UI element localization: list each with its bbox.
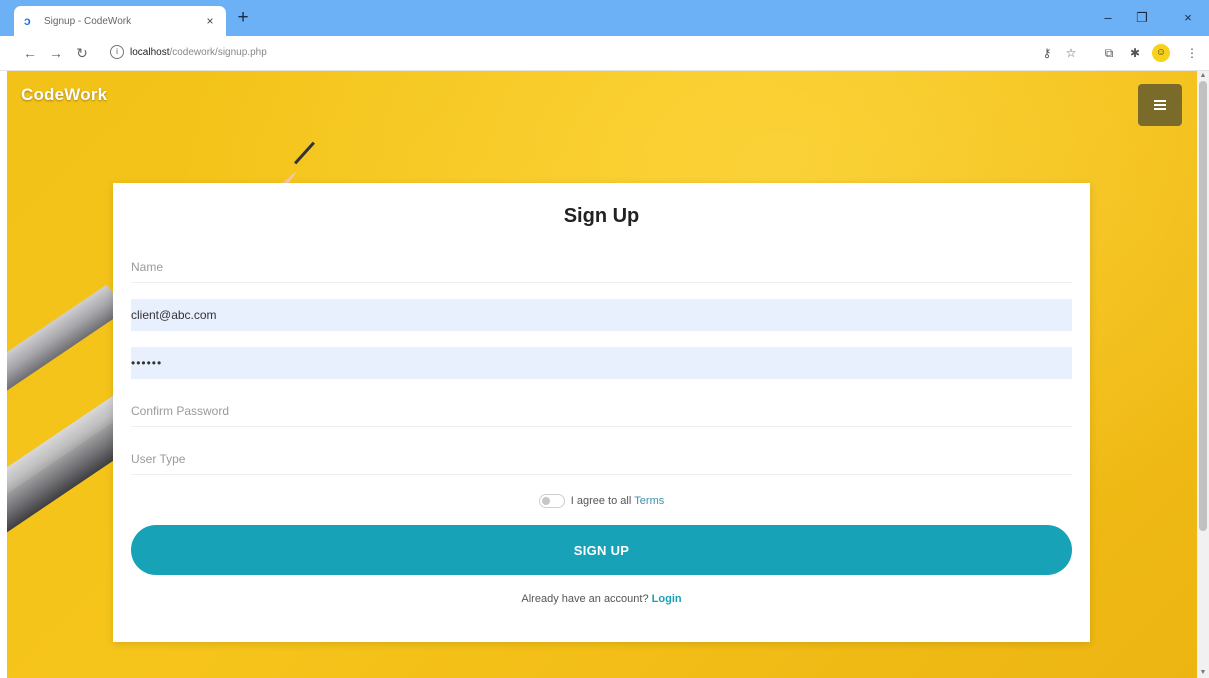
tab-close-icon[interactable]: ×: [202, 14, 218, 28]
url-field[interactable]: i localhost/codework/signup.php: [110, 43, 1030, 63]
site-info-icon[interactable]: i: [110, 45, 124, 60]
login-link[interactable]: Login: [652, 593, 682, 605]
minimize-button[interactable]: –: [1093, 8, 1123, 28]
puzzle-icon[interactable]: ✱: [1126, 44, 1144, 62]
profile-avatar-icon[interactable]: ☺: [1152, 44, 1170, 62]
key-icon[interactable]: ⚷: [1038, 44, 1056, 62]
close-window-button[interactable]: ×: [1173, 8, 1203, 28]
user-type-select[interactable]: [131, 443, 1072, 475]
scroll-down-icon[interactable]: ▼: [1197, 668, 1209, 678]
site-favicon-icon: ↄ: [24, 14, 31, 28]
signup-button[interactable]: SIGN UP: [131, 525, 1072, 575]
tab-title: Signup - CodeWork: [44, 15, 132, 27]
star-icon[interactable]: ☆: [1062, 44, 1080, 62]
scrollbar-thumb[interactable]: [1199, 81, 1207, 531]
reload-icon[interactable]: ↻: [72, 43, 92, 63]
terms-agreement-row: I agree to all Terms: [113, 491, 1090, 511]
menu-toggle-button[interactable]: [1138, 84, 1182, 126]
browser-tab[interactable]: ↄ Signup - CodeWork ×: [14, 6, 226, 36]
signup-card: Sign Up I agree to all Terms SIGN UP Alr…: [113, 183, 1090, 642]
terms-link[interactable]: Terms: [634, 495, 664, 507]
agree-text: I agree to all: [570, 495, 632, 507]
name-input[interactable]: [131, 251, 1072, 283]
brand-logo[interactable]: CodeWork: [21, 85, 107, 105]
form-title: Sign Up: [563, 205, 640, 227]
address-bar: ← → ↻ i localhost/codework/signup.php ⚷ ☆…: [0, 36, 1209, 71]
page-scrollbar[interactable]: ▲ ▼: [1197, 71, 1209, 678]
toggle-knob: [541, 497, 550, 505]
scroll-up-icon[interactable]: ▲: [1197, 71, 1209, 81]
hamburger-icon: [1154, 100, 1166, 110]
forward-arrow-icon[interactable]: →: [46, 43, 66, 63]
extension-icon[interactable]: ⧉: [1100, 44, 1118, 62]
password-input[interactable]: [131, 347, 1072, 379]
page-viewport: CodeWork Sign Up I agree to all Terms SI…: [7, 71, 1197, 678]
url-host: localhost: [130, 47, 170, 58]
pencil-lead-decoration: [294, 141, 315, 165]
browser-tab-bar: ↄ Signup - CodeWork × + – ❐ ×: [0, 0, 1209, 36]
more-options-icon[interactable]: ⋮: [1183, 44, 1201, 62]
new-tab-button[interactable]: +: [233, 8, 253, 28]
confirm-password-input[interactable]: [131, 395, 1072, 427]
restore-button[interactable]: ❐: [1127, 8, 1157, 28]
agree-terms-toggle[interactable]: [538, 494, 565, 508]
email-input[interactable]: [131, 299, 1072, 331]
login-prompt-text: Already have an account?: [521, 593, 649, 605]
url-path: /codework/signup.php: [169, 47, 267, 58]
login-prompt-row: Already have an account? Login: [113, 593, 1090, 605]
back-arrow-icon[interactable]: ←: [20, 43, 40, 63]
